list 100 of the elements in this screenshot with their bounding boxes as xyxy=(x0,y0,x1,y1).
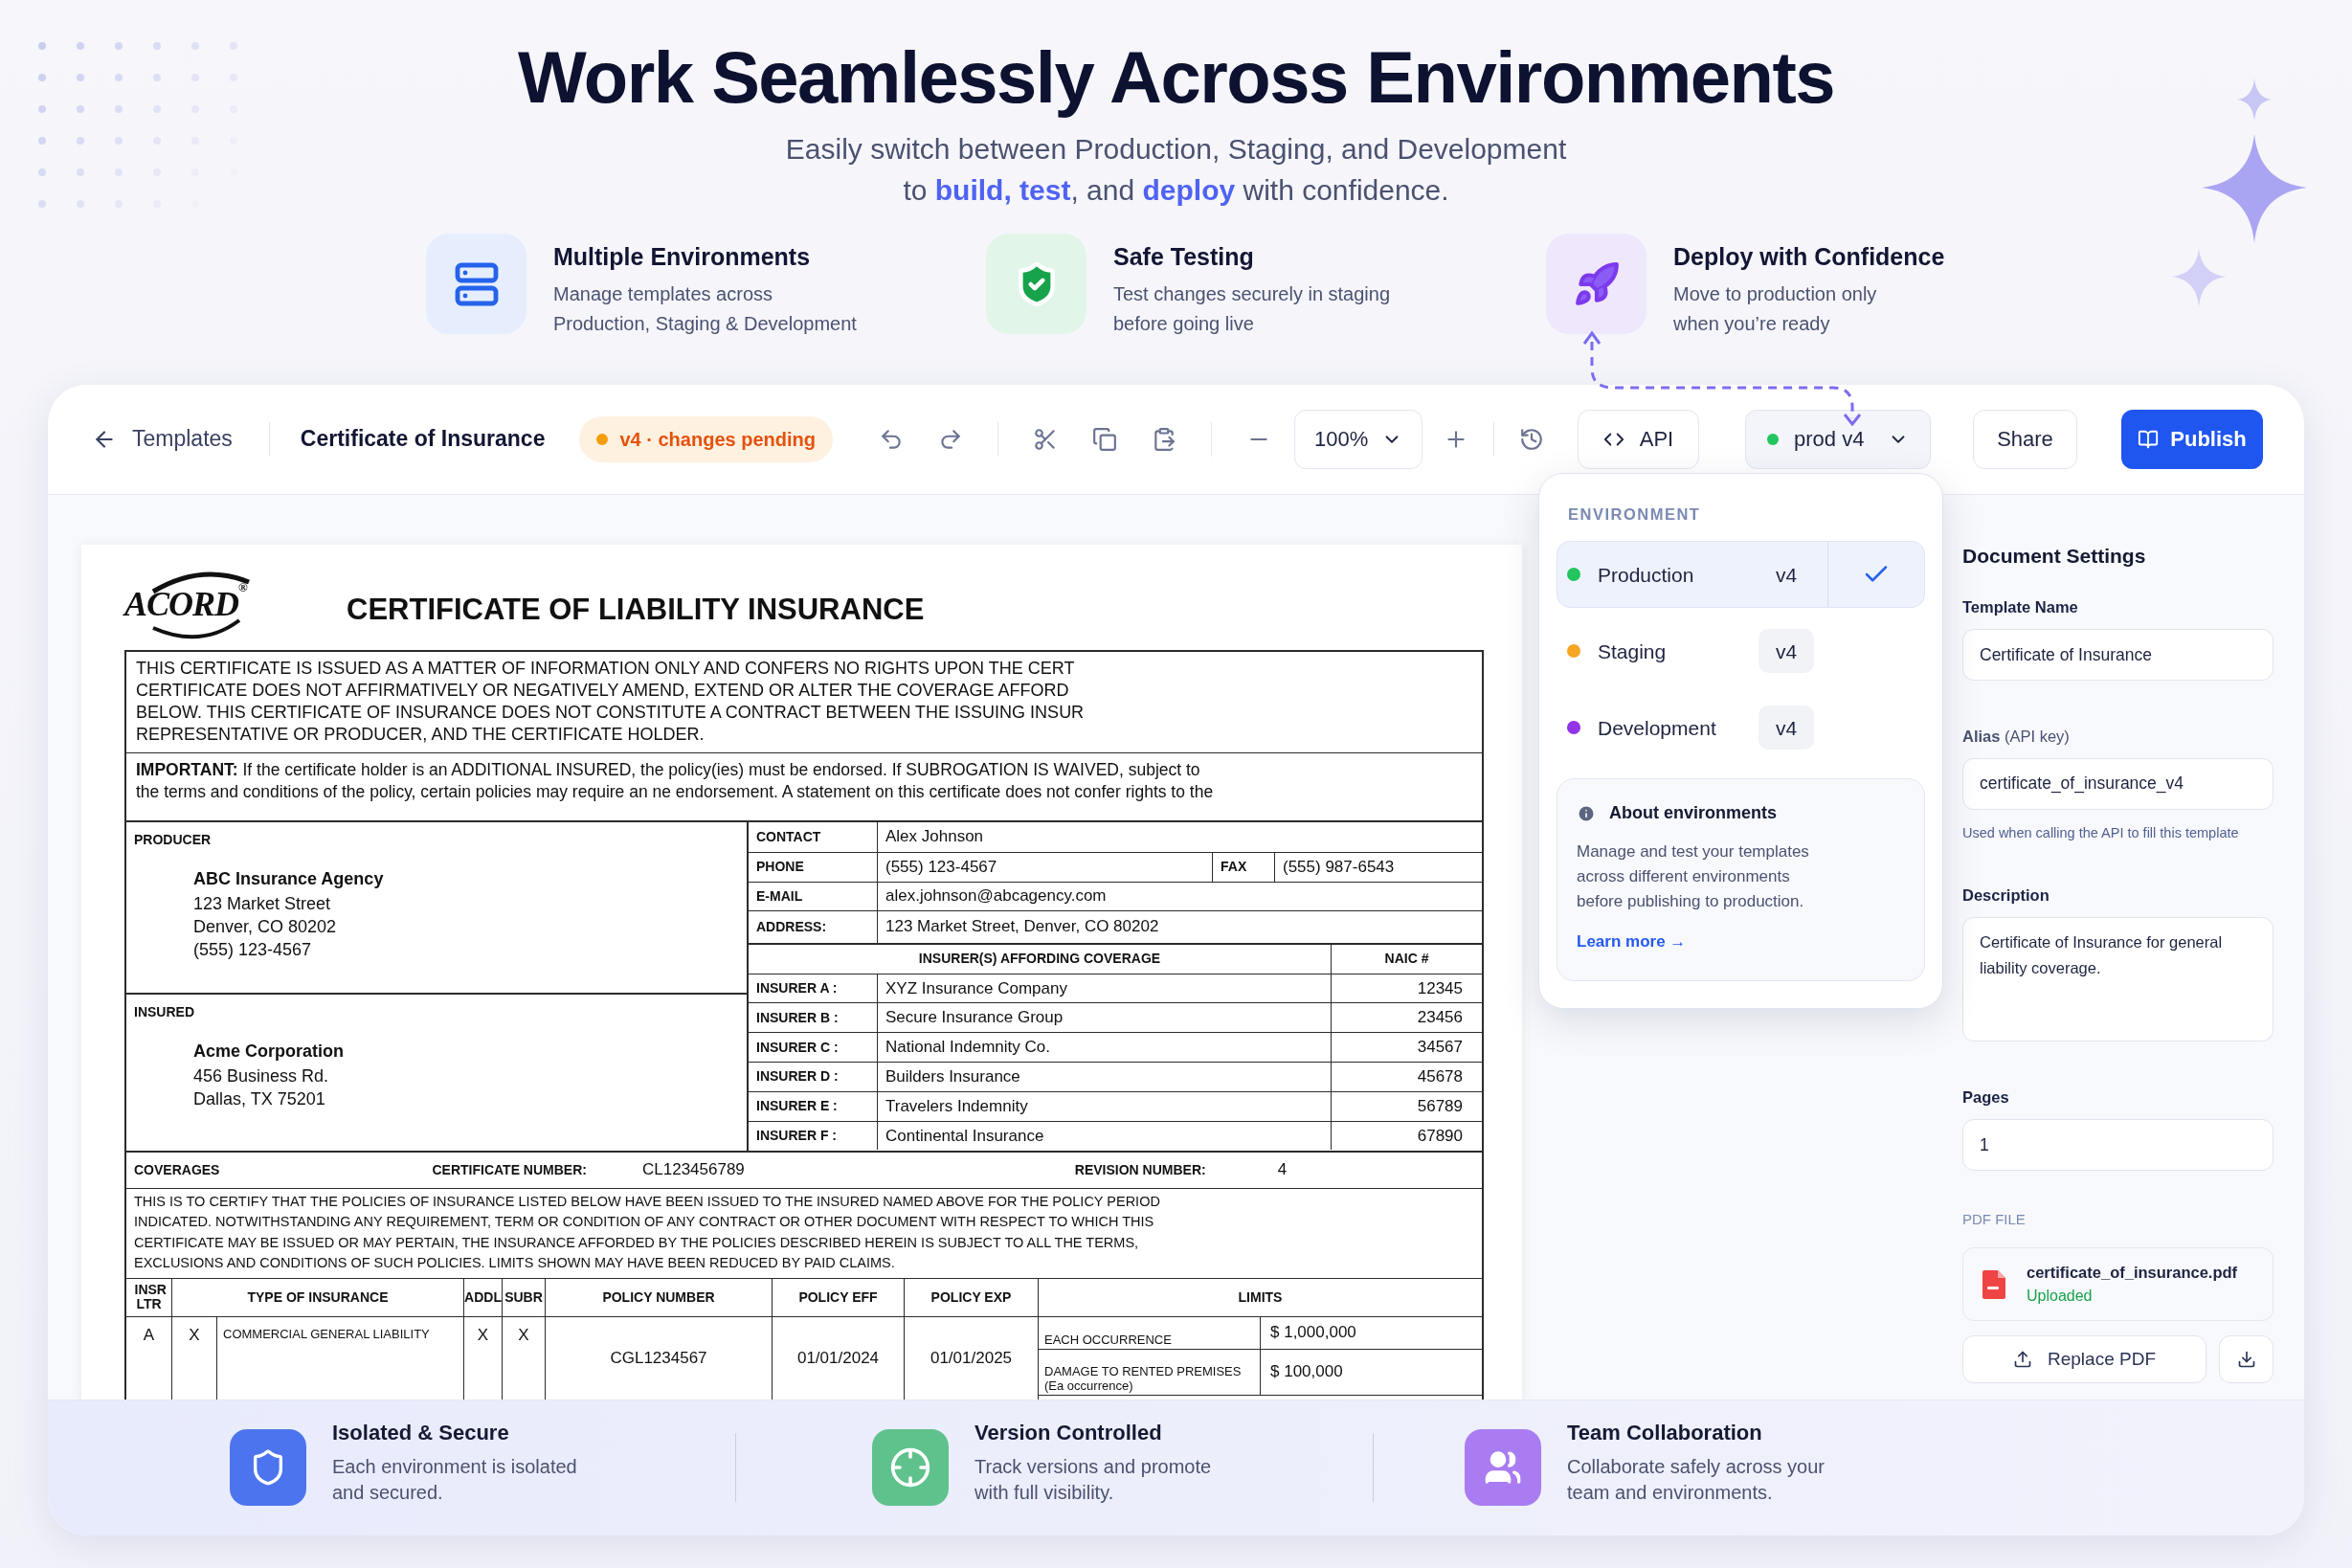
feature-title: Deploy with Confidence xyxy=(1673,242,1945,272)
copy-icon[interactable] xyxy=(1091,426,1117,452)
version-tag: v4 xyxy=(1758,706,1814,750)
book-icon xyxy=(2138,428,2160,450)
certification-text: THIS IS TO CERTIFY THAT THE POLICIES OF INSURANCE LISTED BELOW HAVE BEEN ISSUED TO THE INSURED NAMED ABOVE FOR THE POLICY PERIOD INDICATED. NOTWITHSTANDING ANY REQUIREMENT, TERM OR CONDITION OF ANY CONTRACT OR OTHER DOCUMENT WITH RESPECT TO WHICH THIS CERTIFICATE MAY BE ISSUED OR MAY PERTAIN, THE INSURANCE AFFORDED BY THE POLICIES DESCRIBED HEREIN IS SUBJECT TO ALL THE TERMS, EXCLUSIONS AND CONDITIONS OF SUCH POLICIES. LIMITS SHOWN MAY HAVE BEEN REDUCED BY PAID CLAIMS. xyxy=(134,1192,1161,1272)
insurer-name: Continental Insurance xyxy=(885,1125,1044,1147)
email-label: E-MAIL xyxy=(756,886,803,906)
version-tag: v4 xyxy=(1758,552,1814,597)
naic-number: 12345 xyxy=(1417,977,1463,999)
field-label: Alias (API key) xyxy=(1962,726,2071,747)
template-name-field[interactable]: Certificate of Insurance xyxy=(1962,628,2274,681)
fax-value: (555) 987-6543 xyxy=(1283,856,1395,878)
highlight-text: Each environment is isolated and secured. xyxy=(332,1454,577,1505)
environment-select[interactable]: prod v4 xyxy=(1745,409,1931,469)
producer-label: PRODUCER xyxy=(134,831,212,847)
producer-name: ABC Insurance Agency xyxy=(193,867,385,890)
page-subtitle: Easily switch between Production, Staging, and Development to build, test, and deploy with confidence. xyxy=(785,132,1567,208)
document-title: Certificate of Insurance xyxy=(300,425,546,454)
alias-field[interactable]: certificate_of_insurance_v4 xyxy=(1962,757,2274,810)
highlight-text: Collaborate safely across your team and environments. xyxy=(1567,1454,1825,1505)
insurers-heading: INSURER(S) AFFORDING COVERAGE xyxy=(918,950,1161,968)
server-stack-icon xyxy=(453,260,500,307)
insurer-name: XYZ Insurance Company xyxy=(885,977,1067,999)
highlight-title: Version Controlled xyxy=(974,1419,1163,1446)
insurer-label: INSURER D : xyxy=(756,1067,839,1086)
upload-status: Uploaded xyxy=(2027,1287,2094,1307)
highlight-title: Team Collaboration xyxy=(1567,1419,1763,1446)
description-text: Certificate of Insurance for general liability coverage. xyxy=(1980,932,2224,978)
contact-label: CONTACT xyxy=(756,827,821,846)
column-header: POLICY EXP xyxy=(930,1289,1012,1305)
field-label: Pages xyxy=(1962,1087,2010,1108)
field-hint: Used when calling the API to fill this template xyxy=(1962,823,2240,842)
environment-name: Staging xyxy=(1598,638,1668,664)
feature-text: Test changes securely in staging before going live xyxy=(1113,281,1391,336)
naic-number: 34567 xyxy=(1417,1037,1463,1059)
limit-label: EACH OCCURRENCE xyxy=(1044,1332,1172,1347)
learn-more-link[interactable]: Learn more → xyxy=(1577,930,1905,954)
column-header: POLICY EFF xyxy=(798,1289,878,1305)
coverages-label: COVERAGES xyxy=(134,1160,220,1179)
environment-name: Development xyxy=(1598,715,1717,741)
naic-heading: NAIC # xyxy=(1384,950,1429,968)
column-header: ADDL xyxy=(464,1289,502,1305)
certificate-number: CL123456789 xyxy=(642,1159,745,1181)
download-icon xyxy=(2236,1350,2256,1370)
highlight-text: Track versions and promote with full visibility. xyxy=(974,1454,1212,1505)
phone-label: PHONE xyxy=(756,858,804,876)
about-title: About environments xyxy=(1609,802,1777,825)
contact-value: Alex Johnson xyxy=(885,826,984,848)
settings-title: Document Settings xyxy=(1962,543,2147,569)
limit-amount: $ 1,000,000 xyxy=(1270,1322,1356,1344)
producer-address: 123 Market Street Denver, CO 80202 (555) 123-4567 xyxy=(193,892,338,961)
certificate-number-label: CERTIFICATE NUMBER: xyxy=(432,1160,587,1179)
upload-icon xyxy=(2013,1350,2032,1370)
replace-pdf-button[interactable]: Replace PDF xyxy=(1962,1335,2206,1384)
field-label: Description xyxy=(1962,885,2050,907)
feature-text: Manage templates across Production, Staging & Development xyxy=(553,281,857,336)
environment-option[interactable]: Staging v4 xyxy=(1557,617,1925,685)
naic-number: 56789 xyxy=(1417,1095,1463,1117)
zoom-select[interactable]: 100% xyxy=(1293,409,1422,469)
feature-text: Move to production only when you’re ready xyxy=(1673,281,1878,336)
table-cell-text: 01/01/2025 xyxy=(930,1347,1013,1369)
api-button[interactable]: API xyxy=(1578,409,1699,469)
table-cell-text: X xyxy=(518,1324,529,1346)
insurer-name: National Indemnity Co. xyxy=(885,1037,1050,1059)
fax-label: FAX xyxy=(1221,858,1247,876)
revision-number: 4 xyxy=(1277,1159,1288,1181)
feature-title: Multiple Environments xyxy=(553,242,812,272)
status-badge: v4 · changes pending xyxy=(579,415,833,462)
revision-number-label: REVISION NUMBER: xyxy=(1074,1160,1206,1179)
highlight-title: Isolated & Secure xyxy=(332,1419,510,1446)
menu-heading: ENVIRONMENT xyxy=(1568,504,1702,525)
naic-number: 67890 xyxy=(1417,1125,1463,1147)
table-cell-text: CGL1234567 xyxy=(610,1347,707,1369)
feature-title: Safe Testing xyxy=(1113,242,1255,272)
insurer-name: Builders Insurance xyxy=(885,1066,1020,1088)
share-button[interactable]: Share xyxy=(1973,409,2077,469)
back-button[interactable]: Templates xyxy=(92,422,233,456)
table-cell-text: X xyxy=(477,1324,489,1346)
cut-icon[interactable] xyxy=(1032,426,1058,452)
download-button[interactable] xyxy=(2219,1335,2274,1384)
table-cell-text: 01/01/2024 xyxy=(796,1347,880,1369)
insurer-label: INSURER F : xyxy=(756,1127,837,1146)
history-icon[interactable] xyxy=(1518,426,1544,452)
insurer-label: INSURER B : xyxy=(756,1008,839,1027)
table-cell-text: A xyxy=(143,1324,155,1346)
column-header: TYPE OF INSURANCE xyxy=(247,1289,389,1305)
environment-option[interactable]: Production v4 xyxy=(1557,541,1925,609)
notice-text: THIS CERTIFICATE IS ISSUED AS A MATTER OF INFORMATION ONLY AND CONFERS NO RIGHTS UPON THE CERT CERTIFICATE DOES NOT AFFIRMATIVELY OR NEGATIVELY AMEND, EXTEND OR ALTER THE COVERAGE AFFORD BELOW. THIS CERTIFICATE OF INSURANCE DOES NOT CONSTITUTE A CONTRACT BETWEEN THE ISSUING INSUR REPRESENTATIVE OR PRODUCER, AND THE CERTIFICATE HOLDER. xyxy=(136,657,1086,746)
description-field[interactable]: Certificate of Insurance for general liability coverage. xyxy=(1962,917,2274,1042)
environment-option[interactable]: Development v4 xyxy=(1557,694,1925,762)
insurer-label: INSURER E : xyxy=(756,1097,838,1116)
email-value: alex.johnson@abcagency.com xyxy=(885,885,1107,907)
pages-field[interactable]: 1 xyxy=(1962,1118,2274,1171)
section-label: PDF FILE xyxy=(1962,1209,2027,1229)
certificate-title: CERTIFICATE OF LIABILITY INSURANCE xyxy=(347,592,925,629)
insured-address: 456 Business Rd. Dallas, TX 75201 xyxy=(193,1064,330,1110)
about-text: Manage and test your templates across different environments before publishing to production. xyxy=(1577,841,1810,913)
address-value: 123 Market Street, Denver, CO 80202 xyxy=(885,916,1159,938)
publish-button[interactable]: Publish xyxy=(2121,409,2263,469)
field-label: Template Name xyxy=(1962,597,2079,617)
